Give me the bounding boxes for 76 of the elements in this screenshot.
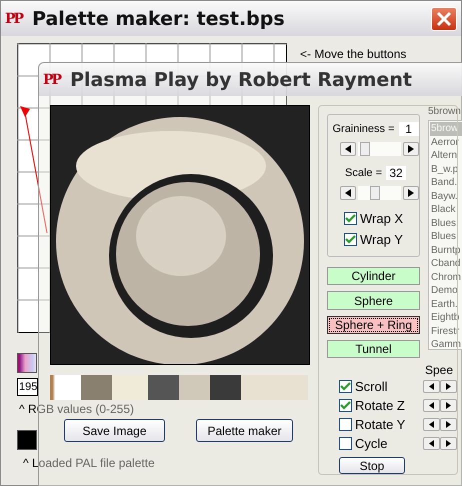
close-icon — [436, 10, 452, 26]
slider-thumb[interactable] — [360, 142, 370, 156]
check-icon — [340, 400, 351, 412]
check-icon — [345, 213, 356, 224]
action-button[interactable]: Palette maker — [196, 419, 293, 442]
shape-button[interactable]: Cylinder — [327, 267, 420, 286]
color-gradient-bar — [17, 353, 37, 373]
speed-up-button[interactable] — [440, 418, 457, 432]
right-arrow-icon — [408, 189, 414, 197]
speed-down-button[interactable] — [423, 437, 440, 450]
left-arrow-icon — [429, 440, 434, 448]
app-logo: PP — [5, 10, 22, 26]
right-arrow-icon — [408, 145, 414, 153]
window-title: Plasma Play by Robert Rayment — [70, 68, 412, 90]
motion-checkbox[interactable]: Rotate Y — [339, 414, 406, 436]
list-item[interactable]: Band. — [430, 176, 462, 190]
scroll-right-button[interactable] — [402, 142, 419, 156]
right-arrow-icon — [446, 402, 451, 410]
right-arrow-icon — [446, 421, 451, 428]
speed-down-button[interactable] — [423, 399, 440, 412]
scroll-left-button[interactable] — [340, 142, 356, 156]
close-button[interactable] — [431, 6, 457, 30]
right-arrow-icon — [446, 383, 451, 390]
speed-label: Spee — [424, 363, 453, 378]
list-item[interactable]: Aerror — [430, 136, 462, 149]
setting-slider[interactable] — [358, 186, 401, 200]
speed-down-button[interactable] — [423, 380, 440, 394]
list-item[interactable]: Gamm — [430, 338, 462, 352]
speed-up-button[interactable] — [440, 399, 457, 412]
shape-button[interactable]: Sphere + Ring — [327, 316, 420, 334]
setting-label: Graininess = — [332, 123, 395, 135]
check-icon — [345, 234, 356, 245]
check-icon — [340, 381, 351, 392]
wrap-checkbox[interactable]: Wrap X — [344, 208, 419, 229]
list-item[interactable]: Earth. — [430, 298, 462, 311]
motion-checkbox[interactable]: Rotate Z — [339, 395, 405, 416]
speed-down-button[interactable] — [423, 418, 440, 432]
left-arrow-icon — [429, 383, 434, 390]
left-arrow-icon — [429, 421, 434, 428]
shape-button[interactable]: Tunnel — [327, 340, 420, 358]
left-arrow-icon — [429, 402, 434, 410]
list-item[interactable]: Altern — [430, 149, 462, 162]
loaded-palette-bar — [17, 430, 37, 450]
motion-checkbox[interactable]: Cycle — [339, 433, 388, 454]
list-item[interactable]: Eightb — [430, 311, 462, 324]
move-hint: <- Move the buttons — [300, 47, 408, 61]
left-arrow-icon — [345, 189, 352, 197]
list-item[interactable]: Cband — [430, 257, 462, 270]
action-button[interactable]: Save Image — [64, 419, 165, 442]
scroll-left-button[interactable] — [340, 186, 356, 200]
speed-up-button[interactable] — [440, 437, 457, 450]
list-item[interactable]: Black — [430, 203, 462, 216]
list-item[interactable]: Bayw. — [430, 190, 462, 203]
stop-button[interactable]: Stop — [339, 457, 405, 474]
list-item[interactable]: Chrom — [430, 270, 462, 284]
app-logo: PP — [43, 72, 60, 88]
slider-thumb[interactable] — [370, 186, 380, 200]
window-title: Palette maker: test.bps — [32, 8, 285, 30]
speed-up-button[interactable] — [440, 380, 457, 394]
setting-value: 32 — [386, 166, 406, 180]
list-title: 5brown — [428, 106, 462, 118]
shape-button[interactable]: Sphere — [327, 291, 420, 310]
list-item[interactable]: B_w.p — [430, 162, 462, 176]
motion-checkbox[interactable]: Scroll — [339, 376, 388, 398]
rgb-value-field[interactable]: 195 — [17, 378, 38, 396]
right-arrow-icon — [446, 440, 451, 448]
list-item[interactable]: Demo — [430, 284, 462, 298]
list-item[interactable]: Blues. — [430, 216, 462, 230]
list-item[interactable]: Blues — [430, 230, 462, 244]
setting-value: 1 — [398, 122, 419, 136]
setting-label: Scale = — [345, 167, 382, 179]
setting-slider[interactable] — [358, 142, 401, 156]
left-arrow-icon — [345, 145, 352, 153]
list-item[interactable]: Burntp — [430, 244, 462, 257]
scroll-right-button[interactable] — [402, 186, 419, 200]
wrap-checkbox[interactable]: Wrap Y — [344, 229, 419, 250]
